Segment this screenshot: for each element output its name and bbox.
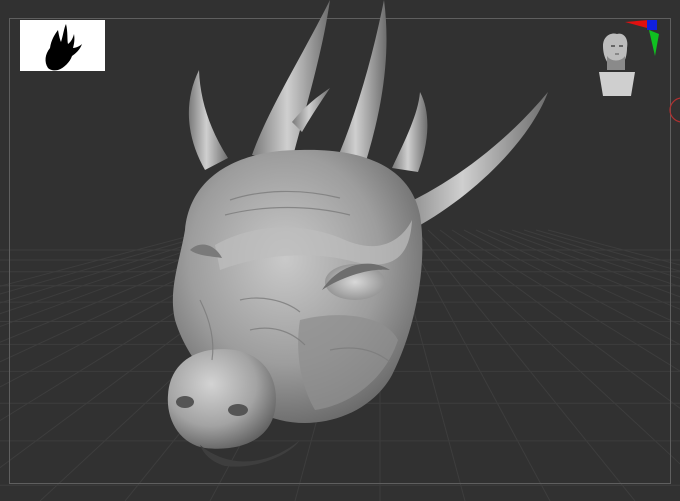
nostril-left: [176, 396, 194, 408]
horn-right-short: [392, 92, 428, 172]
cheek: [298, 315, 398, 410]
navigation-gizmo[interactable]: [585, 16, 667, 106]
dragon-head-model[interactable]: [0, 0, 680, 501]
edge-indicator: [669, 97, 680, 123]
x-axis-arrow[interactable]: [625, 20, 649, 28]
horn-left-tall: [252, 0, 330, 160]
silhouette-thumbnail[interactable]: [20, 20, 105, 71]
horn-far-left: [188, 70, 228, 170]
head-icon: [599, 33, 635, 96]
z-axis-box[interactable]: [647, 20, 657, 30]
y-axis-arrow[interactable]: [649, 30, 659, 56]
silhouette-preview-icon: [45, 24, 82, 71]
nostril-right: [228, 404, 248, 416]
3d-viewport[interactable]: [0, 0, 680, 501]
